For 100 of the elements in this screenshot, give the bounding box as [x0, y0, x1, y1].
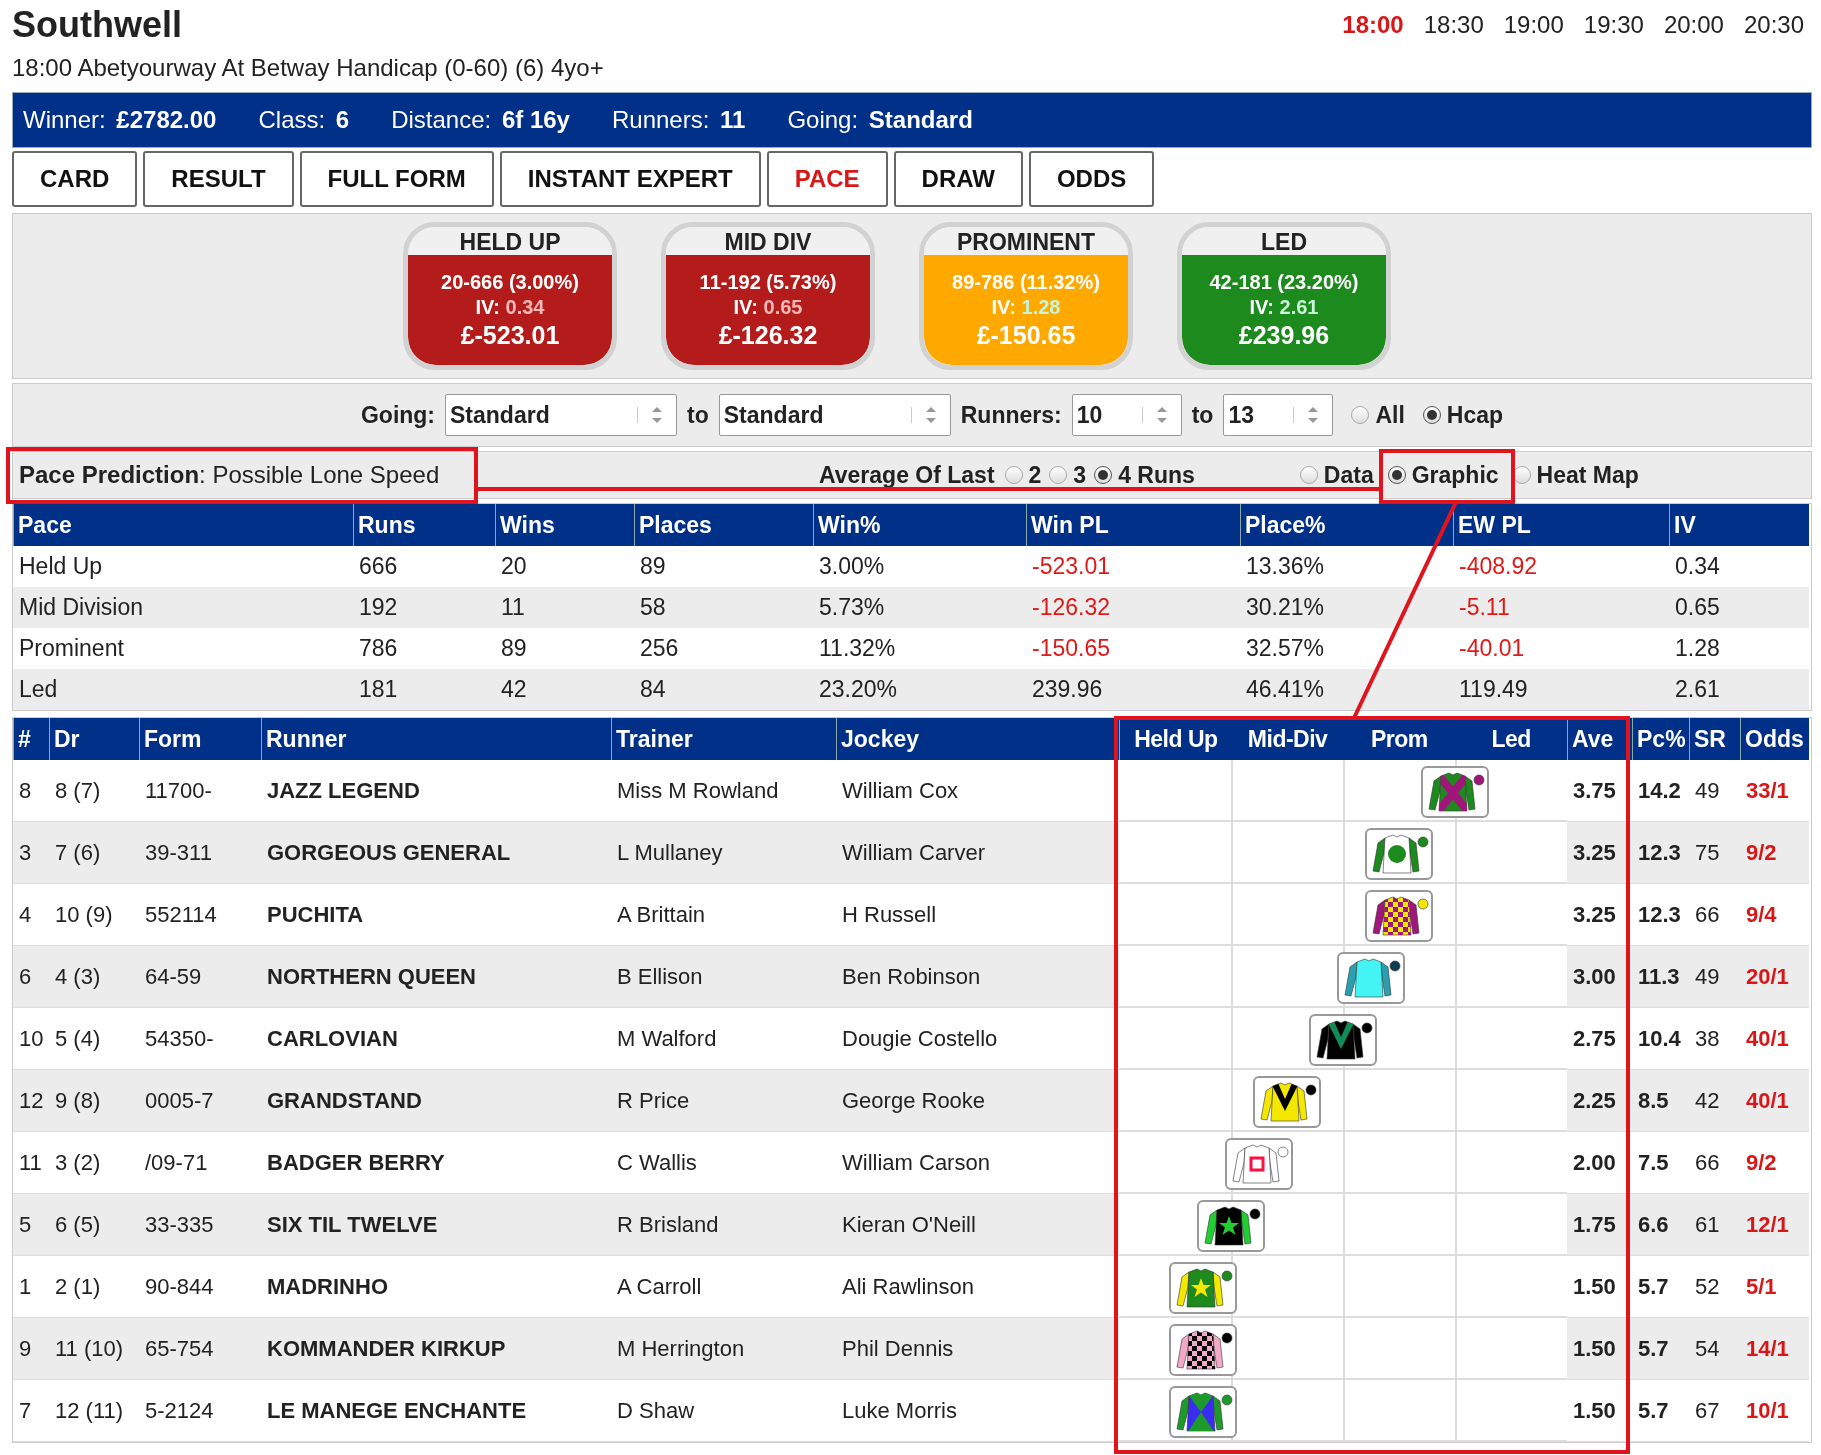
table-cell: 8.5 [1632, 1070, 1689, 1132]
tab[interactable]: CARD [12, 151, 138, 207]
table-cell: 3 [13, 822, 49, 884]
table-cell: 7 (6) [49, 822, 139, 884]
table-cell: 84 [634, 669, 813, 710]
tab[interactable]: ODDS [1028, 151, 1155, 207]
table-cell: 0005-7 [139, 1070, 261, 1132]
view-radio[interactable]: Data [1299, 461, 1374, 489]
table-cell: 1.50 [1567, 1318, 1632, 1380]
table-cell: 11 [495, 587, 634, 628]
course-title: Southwell [12, 4, 182, 46]
race-time-link[interactable]: 19:00 [1503, 11, 1564, 39]
going-from-select[interactable]: Standard [445, 394, 678, 436]
pace-record: 89-786 (11.32%) [952, 270, 1100, 294]
pace-profit: £239.96 [1238, 320, 1330, 350]
tab[interactable]: DRAW [893, 151, 1023, 207]
table-cell: 0.65 [1669, 587, 1809, 628]
table-cell: 6.6 [1632, 1194, 1689, 1256]
column-header: Win% [813, 504, 1026, 546]
race-time-link[interactable]: 18:00 [1342, 11, 1404, 39]
pace-prediction: Pace Prediction: Possible Lone Speed [18, 461, 441, 489]
runner-name: GORGEOUS GENERAL [261, 822, 611, 884]
average-radio[interactable]: 3 [1049, 461, 1087, 489]
table-cell: Ben Robinson [836, 946, 1119, 1008]
going-to-select[interactable]: Standard [718, 394, 951, 436]
table-cell: Led [13, 669, 353, 710]
table-cell: 192 [353, 587, 495, 628]
race-time-link[interactable]: 19:30 [1583, 11, 1644, 39]
iv-value: 2.61 [1279, 295, 1319, 318]
tab[interactable]: PACE [766, 151, 888, 207]
column-header: Win PL [1026, 504, 1240, 546]
info-value: Standard [868, 106, 973, 133]
info-value: 11 [720, 106, 746, 133]
tab[interactable]: RESULT [143, 151, 294, 207]
table-cell: 64-59 [139, 946, 261, 1008]
column-header: Prom [1369, 725, 1429, 754]
table-cell: 49 [1689, 946, 1740, 1008]
race-time-link[interactable]: 18:30 [1423, 11, 1484, 39]
table-cell: 5.7 [1632, 1318, 1689, 1380]
table-cell: George Rooke [836, 1070, 1119, 1132]
column-header: SR [1689, 718, 1740, 760]
column-header: Mid-Div [1246, 725, 1329, 754]
race-type-radio[interactable]: All [1351, 401, 1405, 429]
runner-name: SIX TIL TWELVE [261, 1194, 611, 1256]
table-cell: 23.20% [813, 669, 1026, 710]
race-type-radio[interactable]: Hcap [1422, 401, 1504, 429]
table-cell: R Price [611, 1070, 836, 1132]
column-header: Led [1490, 725, 1532, 754]
table-cell: 3.25 [1567, 822, 1632, 884]
tab[interactable]: FULL FORM [299, 151, 494, 207]
pace-card-title: LED [1182, 227, 1386, 255]
runners-label: Runners: [960, 401, 1062, 429]
table-cell: 42 [1689, 1070, 1740, 1132]
info-label: Class: [258, 106, 326, 133]
table-cell: 9 [13, 1318, 49, 1380]
info-value: 6f 16y [501, 106, 570, 133]
table-cell: 61 [1689, 1194, 1740, 1256]
table-cell: 30.21% [1240, 587, 1453, 628]
view-radio[interactable]: Graphic [1387, 461, 1499, 489]
column-header: Place% [1240, 504, 1453, 546]
table-cell: 2.61 [1669, 669, 1809, 710]
table-cell: 9 (8) [49, 1070, 139, 1132]
info-label: Going: [787, 106, 859, 133]
table-cell: William Carver [836, 822, 1119, 884]
odds: 14/1 [1740, 1318, 1809, 1380]
average-radio[interactable]: 4 Runs [1094, 461, 1195, 489]
iv-label: IV: [991, 295, 1016, 318]
table-cell: 33-335 [139, 1194, 261, 1256]
table-cell: 2.25 [1567, 1070, 1632, 1132]
pace-record: 11-192 (5.73%) [699, 270, 837, 294]
table-cell: 5 [13, 1194, 49, 1256]
pace-card-title: PROMINENT [924, 227, 1128, 255]
table-cell: Mid Division [13, 587, 353, 628]
pace-record: 42-181 (23.20%) [1209, 270, 1359, 294]
tab[interactable]: INSTANT EXPERT [499, 151, 761, 207]
column-header: Dr [49, 718, 139, 760]
race-time-link[interactable]: 20:30 [1743, 11, 1804, 39]
info-label: Winner: [23, 106, 106, 133]
iv-value: 1.28 [1021, 295, 1061, 318]
table-cell: Phil Dennis [836, 1318, 1119, 1380]
runner-name: KOMMANDER KIRKUP [261, 1318, 611, 1380]
info-label: Distance: [391, 106, 492, 133]
to-label: to [687, 401, 709, 429]
column-header: Wins [495, 504, 634, 546]
table-cell: 65-754 [139, 1318, 261, 1380]
column-header: Runner [261, 718, 611, 760]
race-time-link[interactable]: 20:00 [1663, 11, 1724, 39]
iv-value: 0.65 [763, 295, 803, 318]
runners-from-select[interactable]: 10 [1071, 394, 1182, 436]
pace-card-title: MID DIV [666, 227, 870, 255]
going-label: Going: [360, 401, 436, 429]
column-header: Jockey [836, 718, 1119, 760]
column-header: Pace [13, 504, 353, 546]
view-radio[interactable]: Heat Map [1512, 461, 1639, 489]
pace-card-title: HELD UP [408, 227, 612, 255]
iv-label: IV: [1249, 295, 1274, 318]
average-radio[interactable]: 2 [1004, 461, 1042, 489]
table-cell: 239.96 [1026, 669, 1240, 710]
runners-to-select[interactable]: 13 [1223, 394, 1334, 436]
iv-label: IV: [733, 295, 758, 318]
